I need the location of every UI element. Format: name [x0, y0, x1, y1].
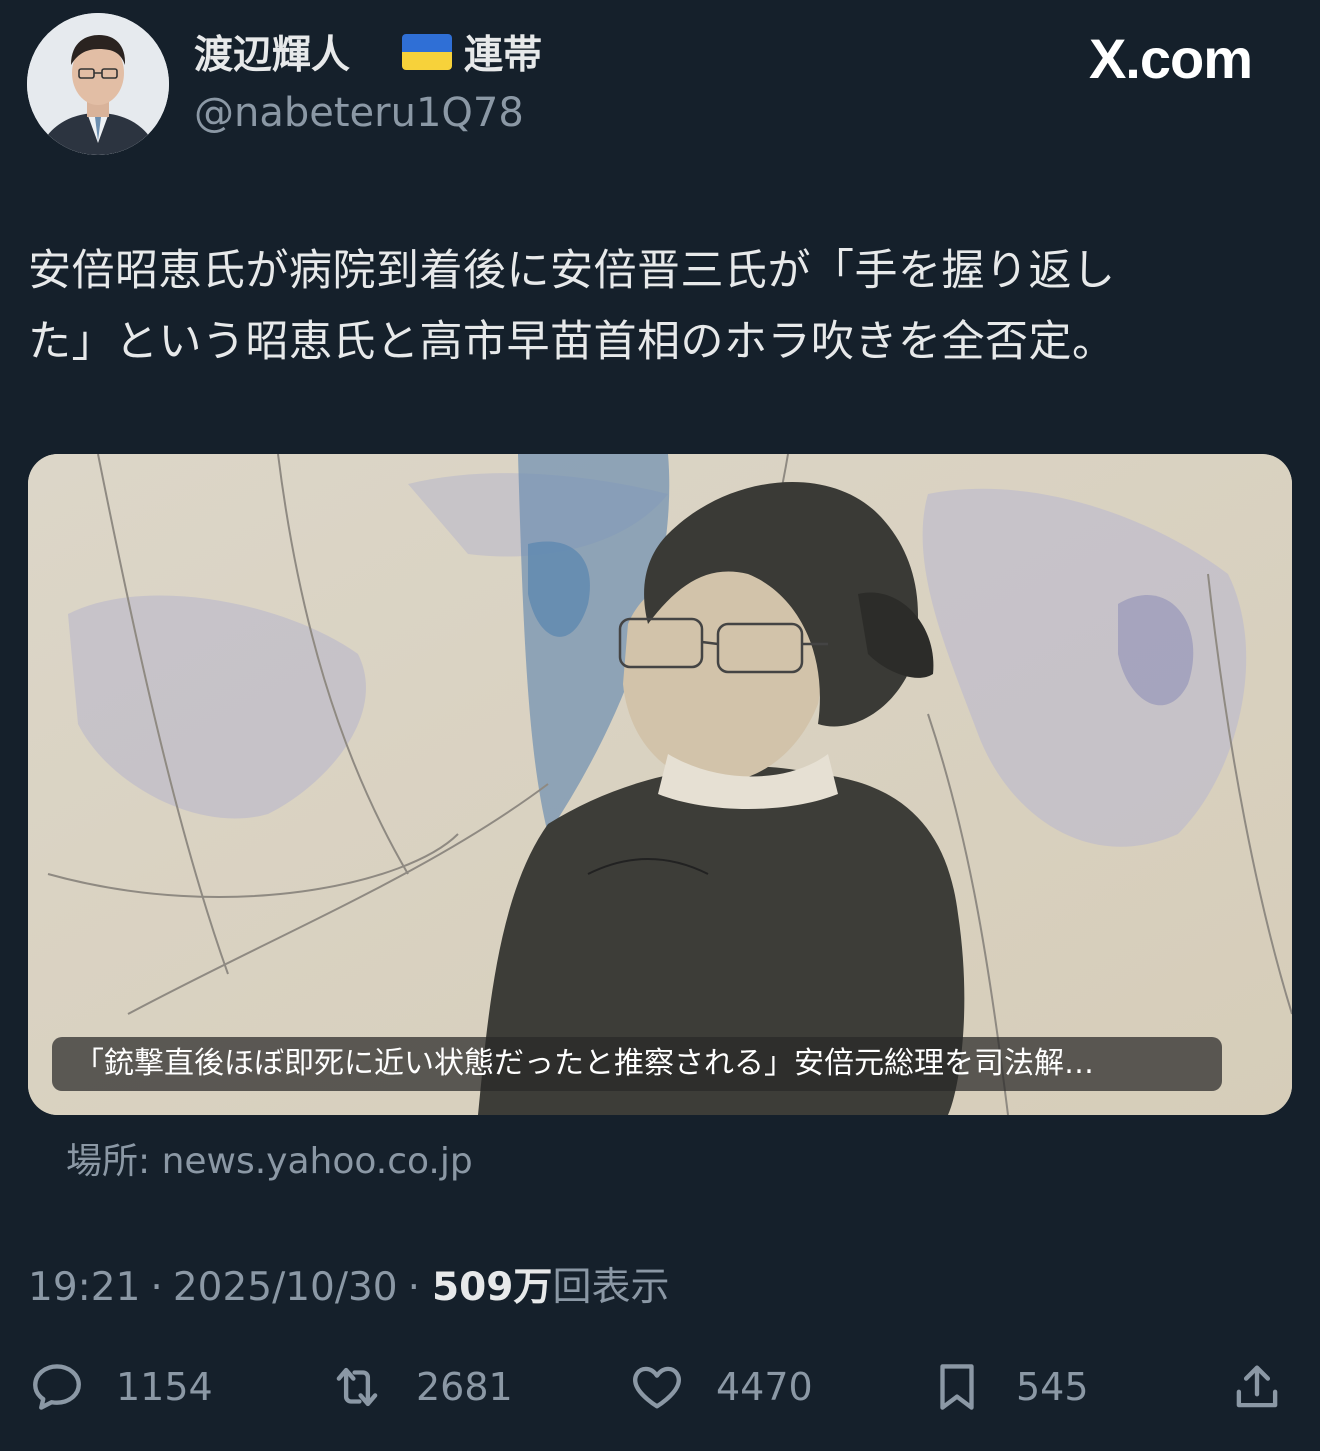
media-card[interactable]: 「銃撃直後ほぼ即死に近い状態だったと推察される」安倍元総理を司法解…	[28, 454, 1292, 1115]
reply-icon	[33, 1364, 81, 1410]
bookmark-button[interactable]: 545	[928, 1352, 1089, 1422]
bookmark-icon	[940, 1364, 974, 1410]
author-avatar[interactable]	[27, 13, 169, 155]
view-count-label: 回表示	[552, 1265, 670, 1310]
repost-button[interactable]: 2681	[328, 1352, 513, 1422]
share-icon	[1236, 1365, 1278, 1408]
view-count: 509万	[432, 1265, 553, 1310]
like-count: 4470	[716, 1365, 813, 1409]
heart-icon	[633, 1366, 681, 1409]
like-button[interactable]: 4470	[628, 1352, 813, 1422]
media-illustration	[28, 454, 1292, 1115]
tweet-text-line: 安倍昭恵氏が病院到着後に安倍晋三氏が「手を握り返し	[28, 246, 1116, 296]
repost-icon	[336, 1367, 378, 1407]
author-display-name[interactable]: 渡辺輝人	[194, 24, 350, 80]
author-handle[interactable]: @nabeteru1Q78	[194, 90, 524, 136]
media-caption: 「銃撃直後ほぼ即死に近い状態だったと推察される」安倍元総理を司法解…	[52, 1037, 1222, 1091]
brand-watermark: X.com	[1088, 27, 1253, 90]
media-source[interactable]: 場所: news.yahoo.co.jp	[66, 1132, 473, 1184]
author-badge-label: 連帯	[464, 33, 543, 78]
reply-count: 1154	[116, 1365, 213, 1409]
reply-button[interactable]: 1154	[28, 1352, 213, 1422]
tweet-meta: 19:21 · 2025/10/30 · 509万 回表示	[28, 1256, 669, 1312]
action-bar: 1154 2681 4470 545	[28, 1352, 1292, 1422]
meta-separator: ·	[150, 1265, 163, 1310]
meta-separator: ·	[407, 1265, 421, 1310]
tweet-date[interactable]: 2025/10/30	[173, 1265, 398, 1310]
share-button[interactable]	[1228, 1352, 1286, 1422]
tweet-time[interactable]: 19:21	[28, 1265, 140, 1310]
author-name-row[interactable]: 渡辺輝人 連帯	[194, 24, 542, 80]
tweet-text-line: た」という昭恵氏と高市早苗首相のホラ吹きを全否定。	[28, 317, 1116, 367]
ukraine-flag-icon	[402, 34, 453, 70]
repost-count: 2681	[416, 1365, 513, 1409]
avatar-portrait	[27, 13, 169, 155]
tweet-text: 安倍昭恵氏が病院到着後に安倍晋三氏が「手を握り返し た」という昭恵氏と高市早苗首…	[28, 236, 1298, 378]
bookmark-count: 545	[1016, 1365, 1089, 1409]
